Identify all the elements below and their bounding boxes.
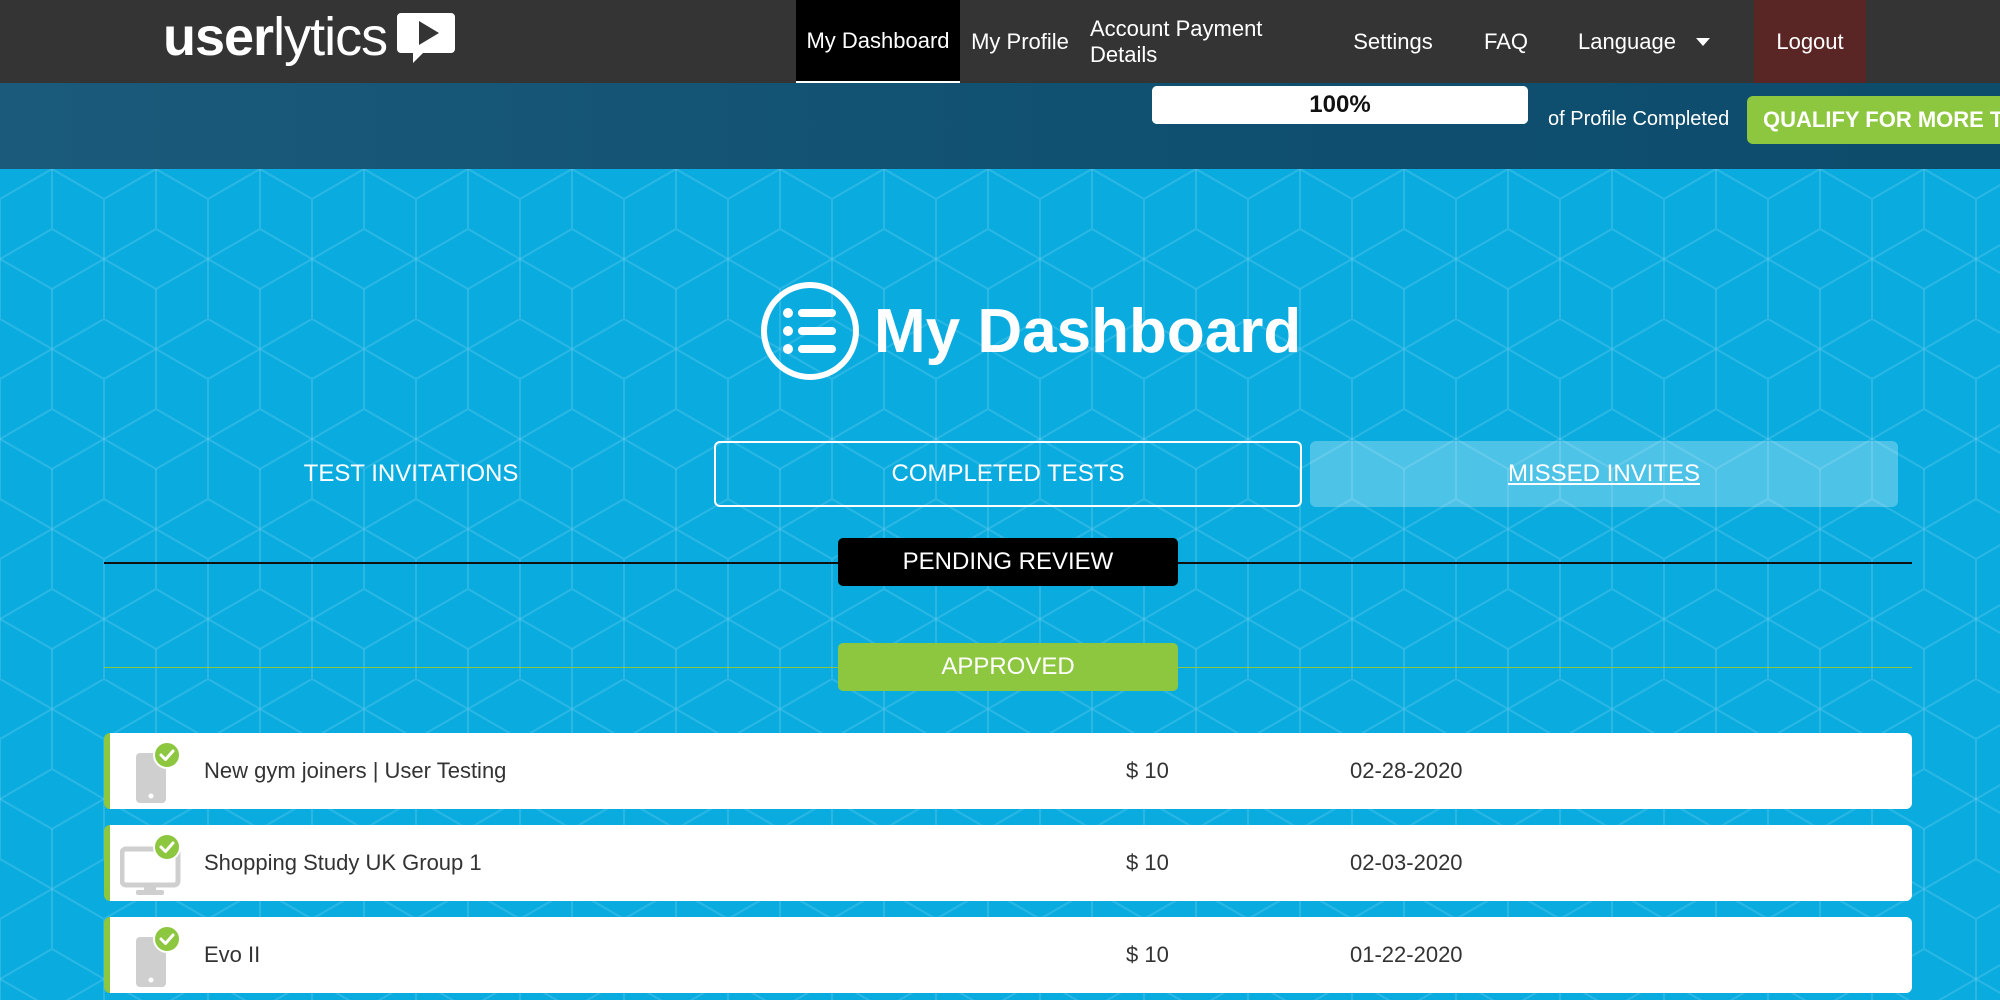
nav-my-profile[interactable]: My Profile bbox=[960, 0, 1080, 83]
nav-language-dropdown[interactable]: Language bbox=[1566, 0, 1722, 83]
test-date: 01-22-2020 bbox=[1350, 942, 1463, 967]
test-reward: $ 10 bbox=[1126, 758, 1169, 783]
table-row[interactable]: Shopping Study UK Group 1 $ 10 02-03-202… bbox=[104, 825, 1912, 901]
desktop-icon bbox=[120, 833, 181, 895]
nav-label: Logout bbox=[1776, 28, 1844, 54]
nav-account-payment-details[interactable]: Account Payment Details bbox=[1090, 0, 1328, 83]
nav-my-dashboard[interactable]: My Dashboard bbox=[796, 0, 960, 83]
nav-label: FAQ bbox=[1483, 28, 1528, 54]
test-reward: $ 10 bbox=[1126, 850, 1169, 875]
test-reward: $ 10 bbox=[1126, 942, 1169, 967]
qualify-for-more-tests-button[interactable]: QUALIFY FOR MORE TESTS bbox=[1747, 96, 2000, 144]
nav-faq[interactable]: FAQ bbox=[1470, 0, 1542, 83]
list-icon bbox=[761, 282, 859, 380]
logo-text: userlytics bbox=[163, 7, 388, 67]
tab-completed-tests[interactable]: COMPLETED TESTS bbox=[714, 441, 1302, 507]
play-icon bbox=[397, 13, 456, 63]
page-title: My Dashboard bbox=[874, 296, 1302, 366]
table-row[interactable]: New gym joiners | User Testing $ 10 02-2… bbox=[104, 733, 1912, 809]
profile-completed-label: of Profile Completed bbox=[1548, 108, 1730, 130]
nav-label: Settings bbox=[1353, 28, 1433, 54]
progress-text: 100% bbox=[1309, 91, 1371, 118]
nav-label: Account Payment Details bbox=[1090, 15, 1263, 67]
approved-label[interactable]: APPROVED bbox=[838, 643, 1178, 691]
logout-button[interactable]: Logout bbox=[1754, 0, 1866, 83]
userlytics-logo[interactable]: userlytics bbox=[163, 6, 457, 68]
test-name: New gym joiners | User Testing bbox=[204, 758, 507, 783]
nav-settings[interactable]: Settings bbox=[1340, 0, 1446, 83]
profile-progress-bar: 100% bbox=[1152, 86, 1528, 124]
mobile-icon bbox=[136, 925, 181, 987]
test-name: Shopping Study UK Group 1 bbox=[204, 850, 482, 875]
test-date: 02-28-2020 bbox=[1350, 758, 1463, 783]
pending-review-label[interactable]: PENDING REVIEW bbox=[838, 538, 1178, 586]
top-navbar: userlytics My Dashboard My Profile Accou… bbox=[0, 0, 2000, 83]
nav-label: Language bbox=[1578, 28, 1676, 54]
nav-label: My Dashboard bbox=[806, 27, 950, 53]
table-row[interactable]: Evo II $ 10 01-22-2020 bbox=[104, 917, 1912, 993]
test-name: Evo II bbox=[204, 942, 261, 967]
mobile-icon bbox=[136, 741, 181, 803]
caret-down-icon bbox=[1695, 37, 1710, 46]
tab-missed-invites[interactable]: MISSED INVITES bbox=[1310, 441, 1898, 507]
page-heading: My Dashboard bbox=[760, 281, 1301, 381]
tab-test-invitations[interactable]: TEST INVITATIONS bbox=[118, 441, 704, 507]
test-date: 02-03-2020 bbox=[1350, 850, 1463, 875]
nav-label: My Profile bbox=[971, 28, 1069, 54]
